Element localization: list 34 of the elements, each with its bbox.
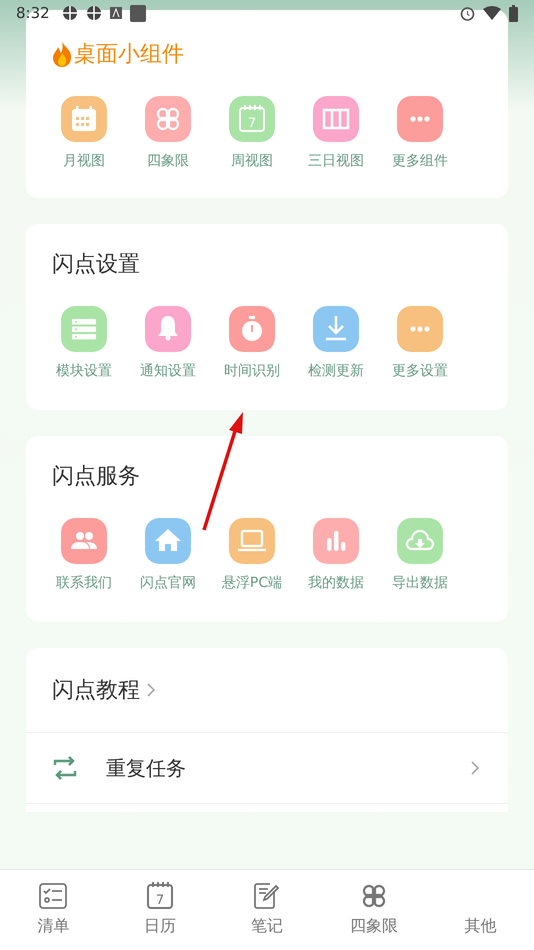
- shortcut-item[interactable]: 更多设置: [378, 306, 462, 380]
- tab[interactable]: 四象限: [320, 870, 428, 950]
- shortcut-item[interactable]: 时间识别: [210, 306, 294, 380]
- shortcut-item[interactable]: 三日视图: [294, 96, 378, 170]
- shortcut-item[interactable]: 检测更新: [294, 306, 378, 380]
- section-title: 闪点设置: [52, 251, 140, 279]
- calendar-icon: 7: [229, 96, 275, 142]
- section-title: 桌面小组件: [74, 41, 184, 69]
- chevron-icon: [146, 682, 156, 698]
- shortcut-item[interactable]: 联系我们: [42, 518, 126, 592]
- chevron-icon: [470, 760, 480, 776]
- shortcut-item[interactable]: 7 周视图: [210, 96, 294, 170]
- shortcut-item[interactable]: 我的数据: [294, 518, 378, 592]
- shortcut-item[interactable]: 四象限: [126, 96, 210, 170]
- battery-icon: [509, 4, 518, 22]
- tutorial-link[interactable]: 闪点教程: [26, 648, 508, 733]
- shortcut-item[interactable]: 通知设置: [126, 306, 210, 380]
- wifi-icon: [483, 6, 501, 20]
- shortcut-item[interactable]: 闪点官网: [126, 518, 210, 592]
- status-time: 8:32: [16, 4, 50, 22]
- tab[interactable]: 7 日历: [106, 870, 214, 950]
- tab[interactable]: 其他: [427, 870, 534, 950]
- shortcut-item[interactable]: 月视图: [42, 96, 126, 170]
- section-title: 闪点服务: [52, 463, 140, 491]
- shortcut-item[interactable]: 导出数据: [378, 518, 462, 592]
- tab[interactable]: 笔记: [214, 870, 320, 950]
- shortcut-item[interactable]: 更多组件: [378, 96, 462, 170]
- alarm-icon: [460, 6, 475, 20]
- shortcut-item[interactable]: 悬浮PC端: [210, 518, 294, 592]
- flame-icon: [52, 41, 72, 67]
- tab[interactable]: 清单: [0, 870, 107, 950]
- square-icon: [130, 4, 146, 22]
- list-row[interactable]: 重复任务: [26, 733, 508, 804]
- shortcut-item[interactable]: 模块设置: [42, 306, 126, 380]
